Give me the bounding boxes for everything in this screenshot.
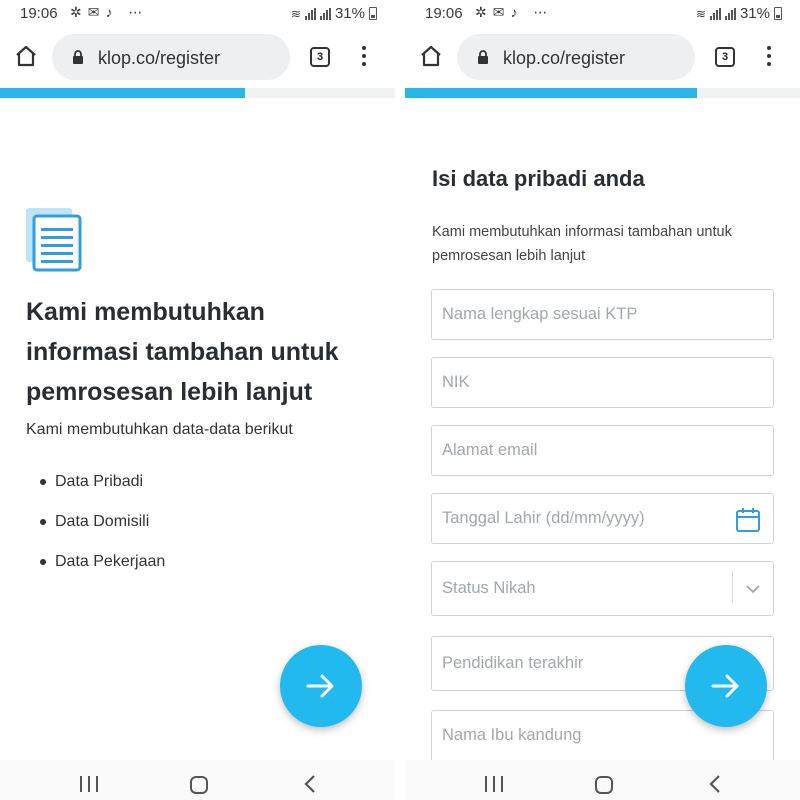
next-button[interactable] [685, 645, 767, 727]
form-title: Isi data pribadi anda [432, 166, 645, 191]
back-icon[interactable] [707, 774, 723, 794]
signal-icon [709, 7, 721, 20]
tab-switcher-button[interactable]: 3 [715, 47, 735, 67]
more-options-icon[interactable] [763, 46, 775, 70]
battery-level: 31% [739, 5, 770, 22]
select-placeholder: Status Nikah [442, 579, 536, 597]
recent-apps-icon[interactable] [485, 776, 503, 792]
marital-status-select[interactable]: Status Nikah [431, 561, 774, 616]
select-divider [732, 571, 733, 603]
status-time: 19:06 [20, 5, 58, 22]
left-screen: 19:06 ✲✉♪ ⋯ ≋ 31% klop.co/register 3 Kam… [0, 0, 395, 800]
more-options-icon[interactable] [358, 46, 370, 70]
status-right: ≋ 31% [291, 5, 377, 22]
birth-date-input[interactable]: Tanggal Lahir (dd/mm/yyyy) [431, 493, 774, 544]
calendar-icon[interactable] [735, 507, 761, 533]
progress-fill [405, 88, 698, 98]
notification-icons: ✲✉♪ ⋯ [475, 4, 554, 20]
required-data-list: Data Pribadi Data Domisili Data Pekerjaa… [40, 462, 165, 582]
input-placeholder: Nama Ibu kandung [442, 726, 582, 744]
status-right: ≋ 31% [696, 5, 782, 22]
progress-bar [0, 88, 395, 98]
next-button[interactable] [280, 645, 362, 727]
browser-toolbar: klop.co/register 3 [0, 32, 395, 84]
email-input[interactable]: Alamat email [431, 425, 774, 476]
address-bar[interactable]: klop.co/register [457, 34, 695, 80]
signal-icon-2 [724, 7, 736, 20]
system-nav-bar [405, 760, 800, 800]
document-icon [26, 208, 82, 272]
notification-icons: ✲✉♪ ⋯ [70, 4, 149, 20]
list-item: Data Domisili [40, 502, 165, 542]
chevron-down-icon [746, 585, 760, 594]
system-nav-bar [0, 760, 395, 800]
address-bar[interactable]: klop.co/register [52, 34, 290, 80]
home-nav-icon[interactable] [190, 776, 208, 794]
wifi-icon: ≋ [695, 6, 706, 21]
nik-input[interactable]: NIK [431, 357, 774, 408]
status-bar: 19:06 ✲✉♪ ⋯ ≋ 31% [405, 0, 800, 28]
input-placeholder: Nama lengkap sesuai KTP [442, 305, 638, 323]
home-icon[interactable] [419, 44, 443, 68]
signal-icon [304, 7, 316, 20]
input-placeholder: Tanggal Lahir (dd/mm/yyyy) [442, 509, 645, 527]
input-placeholder: Pendidikan terakhir [442, 654, 584, 672]
lock-icon [478, 50, 488, 64]
url-text: klop.co/register [98, 48, 221, 68]
wifi-icon: ≋ [290, 6, 301, 21]
right-screen: 19:06 ✲✉♪ ⋯ ≋ 31% klop.co/register 3 Isi… [405, 0, 800, 800]
page-subheading: Kami membutuhkan data-data berikut [26, 421, 293, 438]
progress-bar [405, 88, 800, 98]
home-icon[interactable] [14, 44, 38, 68]
back-icon[interactable] [302, 774, 318, 794]
battery-level: 31% [334, 5, 365, 22]
browser-toolbar: klop.co/register 3 [405, 32, 800, 84]
page-heading: Kami membutuhkan informasi tambahan untu… [26, 298, 339, 406]
full-name-input[interactable]: Nama lengkap sesuai KTP [431, 289, 774, 340]
progress-fill [0, 88, 245, 98]
status-bar: 19:06 ✲✉♪ ⋯ ≋ 31% [0, 0, 395, 28]
battery-icon [369, 7, 377, 20]
tab-switcher-button[interactable]: 3 [310, 47, 330, 67]
url-text: klop.co/register [503, 48, 626, 68]
signal-icon-2 [319, 7, 331, 20]
input-placeholder: NIK [442, 373, 470, 391]
arrow-right-icon [306, 674, 334, 698]
home-nav-icon[interactable] [595, 776, 613, 794]
list-item: Data Pekerjaan [40, 542, 165, 582]
arrow-right-icon [711, 674, 739, 698]
input-placeholder: Alamat email [442, 441, 538, 459]
form-description: Kami membutuhkan informasi tambahan untu… [432, 224, 732, 264]
lock-icon [73, 50, 83, 64]
battery-icon [774, 7, 782, 20]
status-time: 19:06 [425, 5, 463, 22]
list-item: Data Pribadi [40, 462, 165, 502]
recent-apps-icon[interactable] [80, 776, 98, 792]
